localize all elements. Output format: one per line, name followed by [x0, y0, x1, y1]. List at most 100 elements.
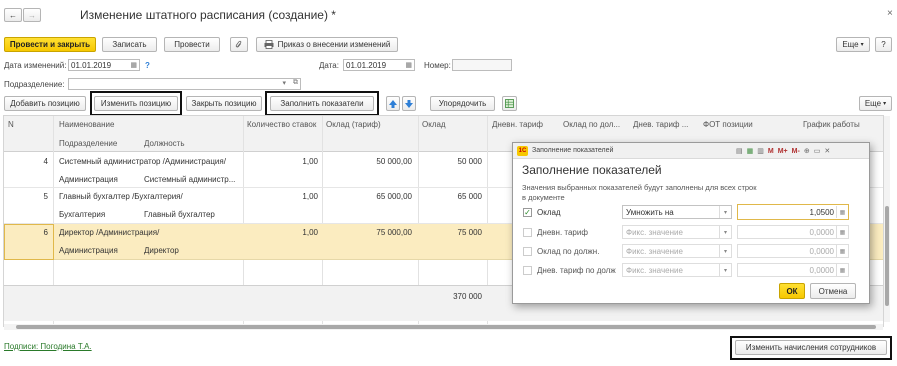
excel-button[interactable] [502, 96, 517, 111]
more-button[interactable]: Еще ▾ [836, 37, 870, 52]
header-fot[interactable]: ФОТ позиции [703, 120, 753, 129]
memory-m-icon[interactable]: M [768, 148, 774, 155]
row-rates: 1,00 [302, 157, 318, 166]
row-name: Главный бухгалтер /Бухгалтерия/ [59, 192, 183, 201]
arrow-down-icon [405, 99, 413, 108]
calculator-icon[interactable]: ▦ [836, 226, 848, 238]
change-date-value: 01.01.2019 [71, 60, 112, 70]
daily-tariff-method-value: Фикс. значение [626, 227, 683, 237]
post-button[interactable]: Провести [164, 37, 220, 52]
number-input[interactable] [452, 59, 512, 71]
header-schedule[interactable]: График работы [803, 120, 860, 129]
row-n: 5 [43, 192, 48, 201]
calendar-icon[interactable]: ▥ [757, 147, 764, 155]
vertical-scrollbar[interactable] [884, 116, 890, 322]
sort-button[interactable]: Упорядочить [430, 96, 495, 111]
salary-by-position-value-input[interactable]: 0,0000 ▦ [737, 244, 849, 258]
header-daily-tariff[interactable]: Дневн. тариф [492, 120, 543, 129]
change-date-label: Дата изменений: [4, 61, 67, 70]
help-button[interactable]: ? [875, 37, 892, 52]
header-salary-by-position[interactable]: Оклад по дол... [563, 120, 620, 129]
header-name[interactable]: Наименование [59, 120, 114, 129]
close-position-button[interactable]: Закрыть позицию [186, 96, 262, 111]
app-logo-icon: 1C [517, 146, 528, 156]
calculator-icon[interactable]: ▦ [836, 245, 848, 257]
table-more-button[interactable]: Еще ▾ [859, 96, 892, 111]
daily-tariff-by-position-value: 0,0000 [809, 265, 834, 275]
row-salary: 65 000 [457, 192, 482, 201]
table-icon[interactable]: ▦ [747, 147, 754, 155]
salary-by-position-label: Оклад по должн. [537, 247, 600, 256]
salary-by-position-method-select[interactable]: Фикс. значение ▾ [622, 244, 732, 258]
date-input[interactable]: 01.01.2019 ▦ [343, 59, 415, 71]
horizontal-scrollbar[interactable] [4, 324, 883, 330]
signatures-link[interactable]: Подписи: Погодина Т.А. [4, 342, 92, 351]
attachment-button[interactable] [230, 37, 248, 52]
add-position-button[interactable]: Добавить позицию [4, 96, 86, 111]
print-order-button[interactable]: Приказ о внесении изменений [256, 37, 398, 52]
open-icon[interactable]: ⧉ [293, 79, 298, 87]
row-rates: 1,00 [302, 228, 318, 237]
salary-method-value: Умножить на [626, 207, 674, 217]
daily-tariff-by-position-method-select[interactable]: Фикс. значение ▾ [622, 263, 732, 277]
row-salary: 75 000 [457, 228, 482, 237]
division-input[interactable]: ▾ ⧉ [68, 78, 301, 90]
daily-tariff-by-position-checkbox[interactable] [523, 266, 532, 275]
change-position-highlight [90, 91, 182, 116]
close-icon[interactable]: × [887, 8, 893, 19]
dropdown-arrow-icon[interactable]: ▾ [282, 79, 286, 87]
header-position[interactable]: Должность [144, 139, 185, 148]
fill-indicators-highlight [265, 91, 379, 116]
row-name: Директор /Администрация/ [59, 228, 160, 237]
header-n[interactable]: N [8, 120, 14, 129]
daily-tariff-by-position-method-value: Фикс. значение [626, 265, 683, 275]
salary-value-input[interactable]: 1,0500 ▦ [737, 204, 849, 220]
post-and-close-button[interactable]: Провести и закрыть [4, 37, 96, 52]
daily-tariff-label: Дневн. тариф [537, 228, 588, 237]
calculator-icon[interactable]: ▦ [836, 206, 848, 218]
daily-tariff-checkbox[interactable] [523, 228, 532, 237]
calendar-icon[interactable]: ▦ [130, 61, 137, 69]
salary-method-select[interactable]: Умножить на ▾ [622, 205, 732, 219]
minimize-icon[interactable]: ▭ [814, 147, 821, 155]
row-n: 4 [43, 157, 48, 166]
salary-label: Оклад [537, 208, 561, 217]
ok-button[interactable]: ОК [779, 283, 805, 299]
memory-minus-icon[interactable]: M- [792, 148, 800, 155]
zoom-icon[interactable]: ⊕ [804, 147, 810, 155]
cancel-button[interactable]: Отмена [810, 283, 856, 299]
dialog-close-icon[interactable]: ✕ [824, 147, 830, 155]
chevron-down-icon: ▾ [860, 42, 864, 48]
forward-button[interactable]: → [23, 8, 41, 22]
calendar-icon[interactable]: ▦ [405, 61, 412, 69]
total-salary: 370 000 [453, 292, 482, 301]
move-down-button[interactable] [402, 96, 416, 111]
daily-tariff-method-select[interactable]: Фикс. значение ▾ [622, 225, 732, 239]
row-salary: 50 000 [457, 157, 482, 166]
back-button[interactable]: ← [4, 8, 22, 22]
memory-plus-icon[interactable]: M+ [778, 148, 788, 155]
daily-tariff-value-input[interactable]: 0,0000 ▦ [737, 225, 849, 239]
header-division[interactable]: Подразделение [59, 139, 117, 148]
daily-tariff-by-position-value-input[interactable]: 0,0000 ▦ [737, 263, 849, 277]
change-date-input[interactable]: 01.01.2019 ▦ [68, 59, 140, 71]
header-daily-tariff-by-position[interactable]: Днев. тариф ... [633, 120, 688, 129]
salary-by-position-checkbox[interactable] [523, 247, 532, 256]
salary-value: 1,0500 [809, 207, 834, 217]
date-value: 01.01.2019 [346, 60, 387, 70]
horizontal-scrollbar-thumb[interactable] [16, 325, 876, 329]
chevron-down-icon: ▾ [719, 264, 731, 276]
document-icon[interactable]: ▤ [736, 147, 743, 155]
row-salary-tariff: 50 000,00 [376, 157, 412, 166]
help-mark[interactable]: ? [145, 61, 150, 70]
row-n: 6 [43, 228, 48, 237]
calculator-icon[interactable]: ▦ [836, 264, 848, 276]
header-rates[interactable]: Количество ставок [247, 120, 316, 129]
header-salary-tariff[interactable]: Оклад (тариф) [326, 120, 381, 129]
save-button[interactable]: Записать [102, 37, 157, 52]
move-up-button[interactable] [386, 96, 400, 111]
salary-checkbox[interactable]: ✓ [523, 208, 532, 217]
header-salary[interactable]: Оклад [422, 120, 446, 129]
change-accruals-highlight [730, 336, 892, 360]
vertical-scrollbar-thumb[interactable] [885, 206, 889, 306]
